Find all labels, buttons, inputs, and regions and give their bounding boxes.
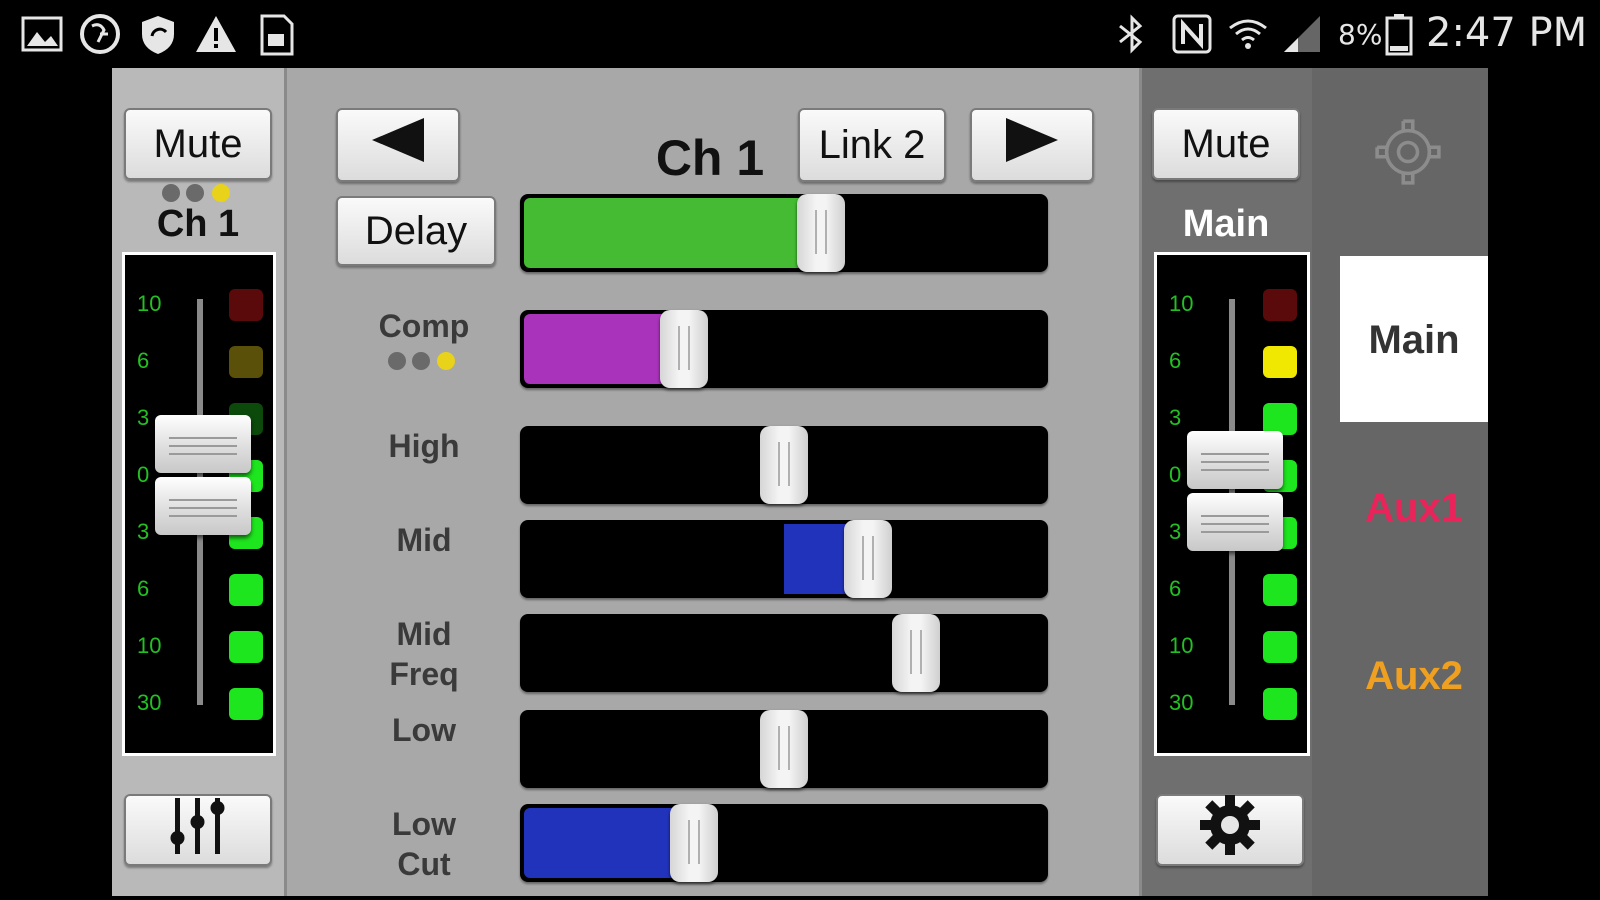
- high-slider[interactable]: [520, 426, 1048, 504]
- meter-scale-label: 10: [1169, 291, 1194, 316]
- channel-mute-button[interactable]: Mute: [124, 108, 272, 180]
- low-cut-slider-knob[interactable]: [670, 804, 719, 882]
- meter-led: [1263, 289, 1297, 321]
- channel-label: Ch 1: [156, 203, 240, 245]
- bus-tab-aux1[interactable]: Aux1: [1340, 486, 1488, 531]
- clock: 2:47 PM: [1426, 10, 1588, 56]
- gallery-icon: [20, 12, 64, 56]
- meter-scale-label: 6: [137, 348, 150, 373]
- status-bar: 8% 2:47 PM: [0, 0, 1600, 66]
- app-settings-button[interactable]: [1370, 114, 1446, 190]
- meter-led: [229, 631, 263, 663]
- link-button[interactable]: Link 2: [798, 108, 946, 182]
- meter-scale-label: 10: [137, 633, 162, 658]
- channel-fader-knob[interactable]: [155, 415, 251, 473]
- main-bus-label: Main: [1182, 203, 1270, 245]
- status-dot: [186, 184, 204, 202]
- comp-slider-knob[interactable]: [659, 310, 708, 388]
- delay-slider-knob[interactable]: [796, 194, 845, 272]
- delay-slider[interactable]: [520, 194, 1048, 272]
- meter-led: [1263, 574, 1297, 606]
- meter-led: [229, 346, 263, 378]
- channel-title: Ch 1: [655, 130, 765, 186]
- next-channel-button[interactable]: [970, 108, 1094, 182]
- main-fader-knob[interactable]: [1187, 431, 1283, 489]
- high-label: High: [388, 428, 460, 464]
- mixer-sliders-icon: [163, 794, 233, 866]
- mid-freq-slider[interactable]: [520, 614, 1048, 692]
- previous-channel-button[interactable]: [336, 108, 460, 182]
- mid-slider-knob[interactable]: [844, 520, 893, 598]
- low-cut-slider-fill: [524, 808, 695, 878]
- meter-led: [1263, 346, 1297, 378]
- gear-outline-icon: [1370, 119, 1446, 194]
- channel-fader-knob[interactable]: [155, 477, 251, 535]
- meter-scale-label: 30: [137, 690, 162, 715]
- comp-slider[interactable]: [520, 310, 1048, 388]
- delay-slider-fill: [524, 198, 821, 268]
- meter-scale-label: 3: [137, 405, 150, 430]
- meter-scale-label: 6: [1169, 576, 1182, 601]
- low-cut-slider[interactable]: [520, 804, 1048, 882]
- shield-sync-icon: [136, 12, 180, 56]
- status-dot: [162, 184, 180, 202]
- meter-scale-label: 3: [137, 519, 150, 544]
- meter-led: [1263, 631, 1297, 663]
- main-mute-button[interactable]: Mute: [1152, 108, 1300, 180]
- meter-scale-label: 6: [137, 576, 150, 601]
- low-slider-knob[interactable]: [760, 710, 808, 788]
- wifi-icon: [1226, 12, 1270, 56]
- meter-scale-label: 10: [1169, 633, 1194, 658]
- download-icon: [78, 12, 122, 56]
- high-slider-knob[interactable]: [760, 426, 808, 504]
- delay-button[interactable]: Delay: [336, 196, 496, 266]
- channel-level-meter: 10 6 3 0 3 6 10 30: [122, 252, 276, 756]
- mid-slider[interactable]: [520, 520, 1048, 598]
- signal-icon: [1280, 12, 1324, 56]
- meter-led: [229, 688, 263, 720]
- right-arrow-icon: [1002, 118, 1062, 172]
- meter-scale-label: 3: [1169, 405, 1182, 430]
- settings-button[interactable]: [1156, 794, 1304, 866]
- meter-scale-label: 10: [137, 291, 162, 316]
- meter-scale-label: 0: [1169, 462, 1182, 487]
- meter-scale-label: 6: [1169, 348, 1182, 373]
- meter-led: [229, 574, 263, 606]
- battery-percent: 8%: [1338, 18, 1383, 51]
- status-dot-active: [437, 352, 455, 370]
- meter-scale-label: 3: [1169, 519, 1182, 544]
- left-arrow-icon: [368, 118, 428, 172]
- bus-tab-main[interactable]: Main: [1340, 318, 1488, 363]
- document-icon: [254, 12, 298, 56]
- mid-label: Mid: [396, 522, 452, 558]
- main-fader-knob[interactable]: [1187, 493, 1283, 551]
- nfc-icon: [1170, 12, 1214, 56]
- status-dot: [412, 352, 430, 370]
- battery-icon: [1384, 12, 1414, 56]
- bluetooth-icon: [1110, 12, 1154, 56]
- low-slider[interactable]: [520, 710, 1048, 788]
- low-cut-label: Low Cut: [392, 806, 456, 882]
- mid-freq-slider-knob[interactable]: [892, 614, 940, 692]
- status-dot-active: [212, 184, 230, 202]
- meter-led: [1263, 688, 1297, 720]
- meter-scale-label: 30: [1169, 690, 1194, 715]
- mid-freq-label: Mid Freq: [389, 616, 459, 692]
- meter-scale-label: 0: [137, 462, 150, 487]
- status-dot: [388, 352, 406, 370]
- mixer-sliders-button[interactable]: [124, 794, 272, 866]
- gear-icon: [1198, 793, 1262, 867]
- low-label: Low: [392, 712, 456, 748]
- warning-icon: [194, 12, 238, 56]
- bus-tab-aux2[interactable]: Aux2: [1340, 654, 1488, 699]
- main-level-meter: 10 6 3 0 3 6 10 30: [1154, 252, 1310, 756]
- meter-led: [229, 289, 263, 321]
- comp-label: Comp: [378, 308, 470, 344]
